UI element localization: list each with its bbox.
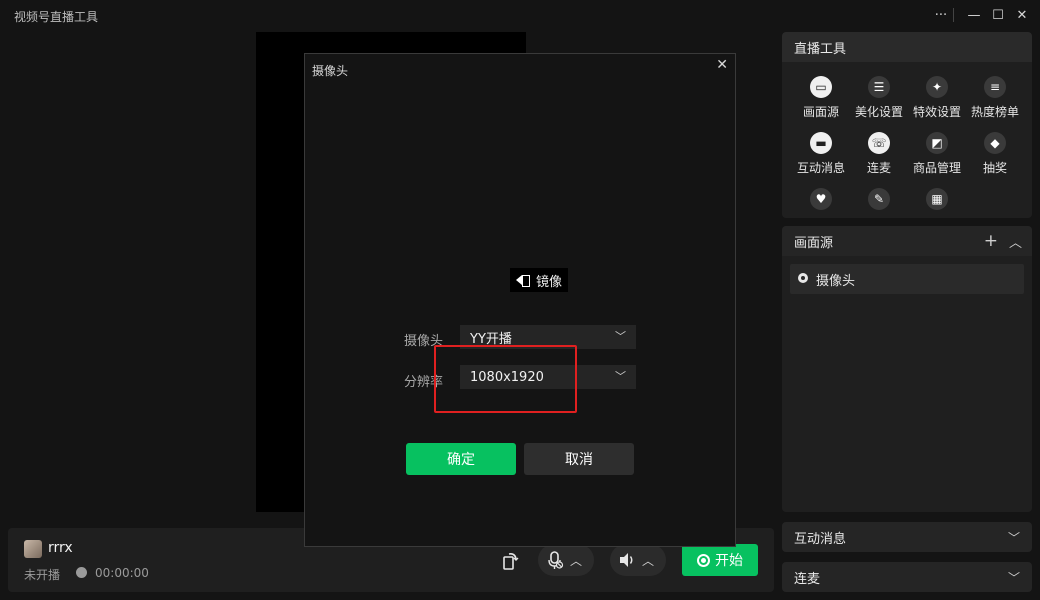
tool-product-management[interactable]: ◩ 商品管理 — [908, 132, 966, 176]
tool-lottery[interactable]: ◆ 抽奖 — [966, 132, 1024, 176]
tool-label: 互动消息 — [796, 161, 845, 175]
mirror-label: 镜像 — [536, 274, 563, 290]
speaker-icon — [620, 553, 633, 567]
tools-grid: ▭ 画面源 ☰ 美化设置 ✦ 特效设置 ≡ 热度榜单 ▬ 互动消息 ☏ 连麦 ◩… — [782, 76, 1032, 210]
tool-label: 商品管理 — [912, 161, 961, 175]
tool-scene-source[interactable]: ▭ 画面源 — [792, 76, 850, 120]
mirror-icon — [516, 274, 530, 287]
tool-label: 热度榜单 — [970, 105, 1019, 119]
minimize-icon[interactable]: — — [962, 4, 986, 26]
speaker-control[interactable]: ︿ — [610, 544, 666, 576]
phone-icon: ☏ — [868, 132, 890, 154]
tool-label: 画面源 — [802, 105, 839, 119]
microphone-control[interactable]: ︿ — [538, 544, 594, 576]
chevron-up-icon[interactable]: ︿ — [570, 552, 582, 569]
list-icon: ≡ — [984, 76, 1006, 98]
tool-effects-settings[interactable]: ✦ 特效设置 — [908, 76, 966, 120]
chevron-down-icon: ﹀ — [615, 330, 626, 343]
clock-icon — [76, 567, 87, 578]
record-icon — [697, 553, 710, 567]
panel-title: 直播工具 — [782, 32, 1032, 62]
tool-more-3[interactable]: ▦ — [908, 188, 966, 210]
microphone-muted-icon — [548, 551, 564, 569]
camera-icon — [798, 273, 808, 285]
chat-icon: ▬ — [810, 132, 832, 154]
gift-icon: ◆ — [984, 132, 1006, 154]
tool-interact-messages[interactable]: ▬ 互动消息 — [792, 132, 850, 176]
interact-messages-panel[interactable]: 互动消息 ﹀ — [782, 522, 1032, 552]
chevron-down-icon[interactable]: ﹀ — [1008, 569, 1020, 586]
scene-item-camera[interactable]: 摄像头 — [790, 264, 1024, 294]
chevron-down-icon[interactable]: ﹀ — [1008, 529, 1020, 546]
title-bar: 视频号直播工具 ··· — ☐ ✕ — [0, 0, 1040, 30]
app-title: 视频号直播工具 — [14, 10, 99, 24]
calendar-icon: ▦ — [926, 188, 948, 210]
panel-title: 互动消息 — [794, 531, 847, 547]
tool-beauty-settings[interactable]: ☰ 美化设置 — [850, 76, 908, 120]
chevron-down-icon: ﹀ — [615, 370, 626, 383]
maximize-icon[interactable]: ☐ — [986, 4, 1010, 26]
chevron-up-icon[interactable]: ︿ — [642, 552, 654, 569]
dialog-title: 摄像头 — [312, 64, 349, 78]
panel-title: 连麦 — [794, 571, 821, 587]
panel-title: 画面源 — [794, 235, 834, 251]
tool-more-1[interactable]: ♥ — [792, 188, 850, 210]
window-controls: ··· — ☐ ✕ — [929, 4, 1034, 26]
highlight-annotation — [434, 345, 577, 413]
magic-wand-icon: ✎ — [868, 188, 890, 210]
camera-value: YY开播 — [470, 331, 512, 347]
co-host-panel[interactable]: 连麦 ﹀ — [782, 562, 1032, 592]
chevron-up-icon[interactable]: ︿ — [1009, 232, 1022, 251]
tool-co-host[interactable]: ☏ 连麦 — [850, 132, 908, 176]
screen-icon: ▭ — [810, 76, 832, 98]
camera-dialog: 摄像头 ✕ 镜像 摄像头 YY开播 ﹀ 分辨率 1080x1920 ﹀ 确定 取… — [304, 53, 736, 547]
rotate-screen-button[interactable] — [498, 548, 522, 572]
username: rrrx — [48, 540, 73, 556]
more-icon[interactable]: ··· — [929, 4, 953, 26]
tool-more-2[interactable]: ✎ — [850, 188, 908, 210]
close-icon[interactable]: ✕ — [1010, 4, 1034, 26]
scene-source-panel: 画面源 + ︿ 摄像头 — [782, 226, 1032, 512]
close-icon[interactable]: ✕ — [716, 57, 728, 73]
sparkle-icon: ✦ — [926, 76, 948, 98]
confirm-button[interactable]: 确定 — [406, 443, 516, 475]
bag-icon: ◩ — [926, 132, 948, 154]
start-label: 开始 — [715, 553, 743, 569]
heart-icon: ♥ — [810, 188, 832, 210]
add-icon[interactable]: + — [984, 231, 998, 251]
mirror-button[interactable]: 镜像 — [510, 268, 569, 292]
avatar[interactable] — [24, 540, 42, 558]
live-tools-panel: 直播工具 ▭ 画面源 ☰ 美化设置 ✦ 特效设置 ≡ 热度榜单 ▬ 互动消息 ☏… — [782, 32, 1032, 218]
cancel-button[interactable]: 取消 — [524, 443, 634, 475]
start-live-button[interactable]: 开始 — [682, 544, 758, 576]
live-status: 未开播 — [24, 568, 61, 582]
scene-label: 摄像头 — [816, 273, 856, 289]
tool-label: 连麦 — [866, 161, 891, 175]
sliders-icon: ☰ — [868, 76, 890, 98]
rotate-icon — [503, 553, 519, 570]
tool-popularity-rank[interactable]: ≡ 热度榜单 — [966, 76, 1024, 120]
tool-label: 抽奖 — [982, 161, 1007, 175]
tool-label: 特效设置 — [912, 105, 961, 119]
divider — [953, 8, 954, 22]
scene-source-header: 画面源 + ︿ — [782, 226, 1032, 256]
tool-label: 美化设置 — [854, 105, 903, 119]
live-duration: 00:00:00 — [95, 566, 149, 580]
